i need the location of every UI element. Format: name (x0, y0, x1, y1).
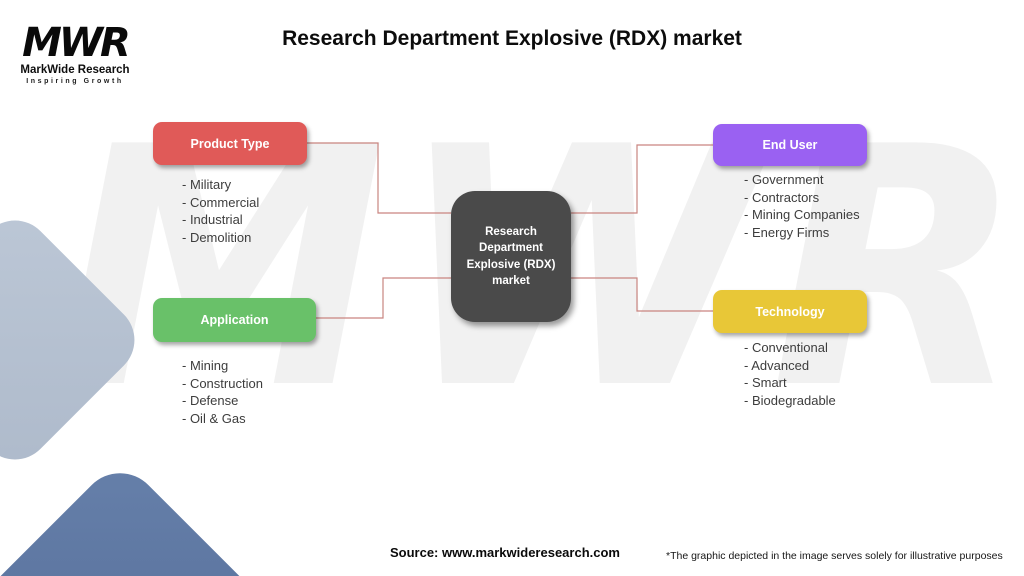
page-title: Research Department Explosive (RDX) mark… (282, 27, 742, 50)
disclaimer-text: *The graphic depicted in the image serve… (666, 550, 1003, 562)
connector-end-user (571, 144, 713, 214)
list-item: - Advanced (744, 357, 810, 373)
list-item: - Conventional (744, 340, 828, 355)
source-text: Source: www.markwideresearch.com (389, 545, 620, 560)
list-item: - Construction (182, 375, 263, 391)
list-item: - Energy Firms (744, 224, 830, 240)
logo-tagline: Inspiring Growth (26, 78, 124, 85)
list-item: - Biodegradable (744, 392, 836, 408)
infographic-canvas: MWR MWR MarkWide Research Inspiring Grow… (0, 0, 1024, 576)
list-item: - Contractors (744, 189, 820, 205)
list-item: - Mining (182, 358, 229, 373)
center-node-label: Research Department Explosive (RDX) mark… (466, 226, 556, 287)
connector-technology (571, 277, 713, 312)
branch-label: Product Type (190, 136, 270, 151)
connector-product-type (307, 142, 451, 214)
branch-items-technology: - Conventional - Advanced - Smart - Biod… (744, 339, 836, 409)
list-item: - Military (182, 177, 232, 192)
list-item: - Industrial (182, 212, 243, 227)
list-item: - Commercial (182, 194, 260, 210)
list-item: - Smart (744, 375, 787, 390)
center-node: Research Department Explosive (RDX) mark… (451, 191, 571, 322)
branch-label: Application (200, 313, 269, 327)
list-item: - Defense (182, 393, 239, 408)
branch-box-end-user: End User (713, 124, 867, 166)
connector-application (316, 277, 451, 319)
branch-box-application: Application (153, 298, 316, 342)
logo-name: MarkWide Research (20, 64, 130, 76)
branch-label: Technology (755, 304, 825, 319)
list-item: - Government (744, 172, 824, 187)
branch-box-product-type: Product Type (153, 122, 307, 165)
list-item: - Oil & Gas (182, 410, 246, 426)
branch-label: End User (762, 138, 818, 152)
branch-items-product-type: - Military - Commercial - Industrial - D… (182, 176, 259, 246)
list-item: - Mining Companies (744, 207, 860, 222)
branch-items-application: - Mining - Construction - Defense - Oil … (182, 357, 263, 427)
list-item: - Demolition (182, 229, 252, 245)
branch-items-end-user: - Government - Contractors - Mining Comp… (744, 171, 860, 241)
branch-box-technology: Technology (713, 290, 867, 333)
